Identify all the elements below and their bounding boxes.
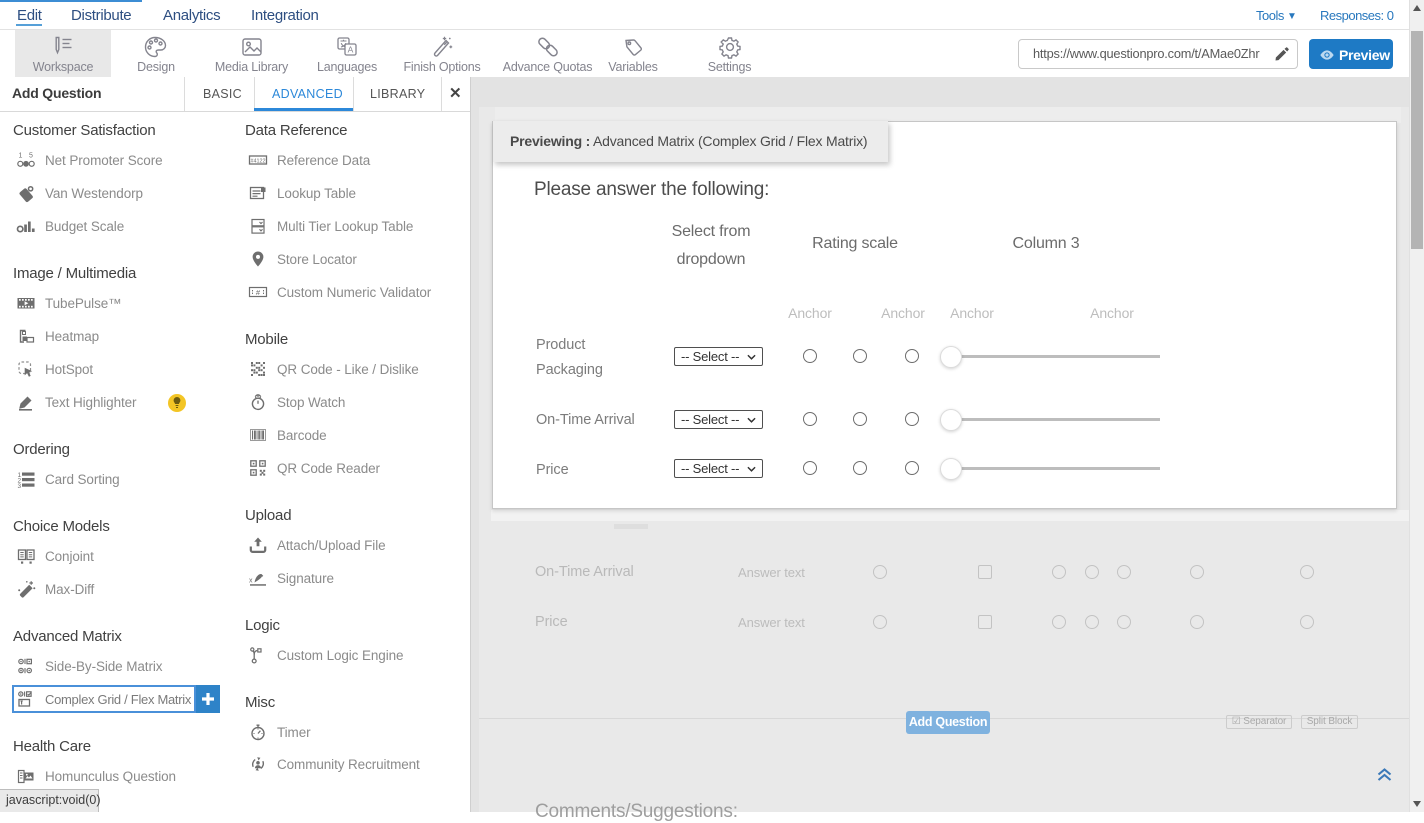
svg-text:#4122: #4122 (251, 158, 266, 164)
svg-text:1: 1 (19, 153, 23, 160)
svg-text:#: # (256, 288, 261, 297)
svg-text:A: A (348, 45, 354, 55)
svg-text:x: x (249, 578, 253, 585)
svg-text:3: 3 (18, 483, 22, 489)
svg-text:5: 5 (29, 153, 33, 160)
